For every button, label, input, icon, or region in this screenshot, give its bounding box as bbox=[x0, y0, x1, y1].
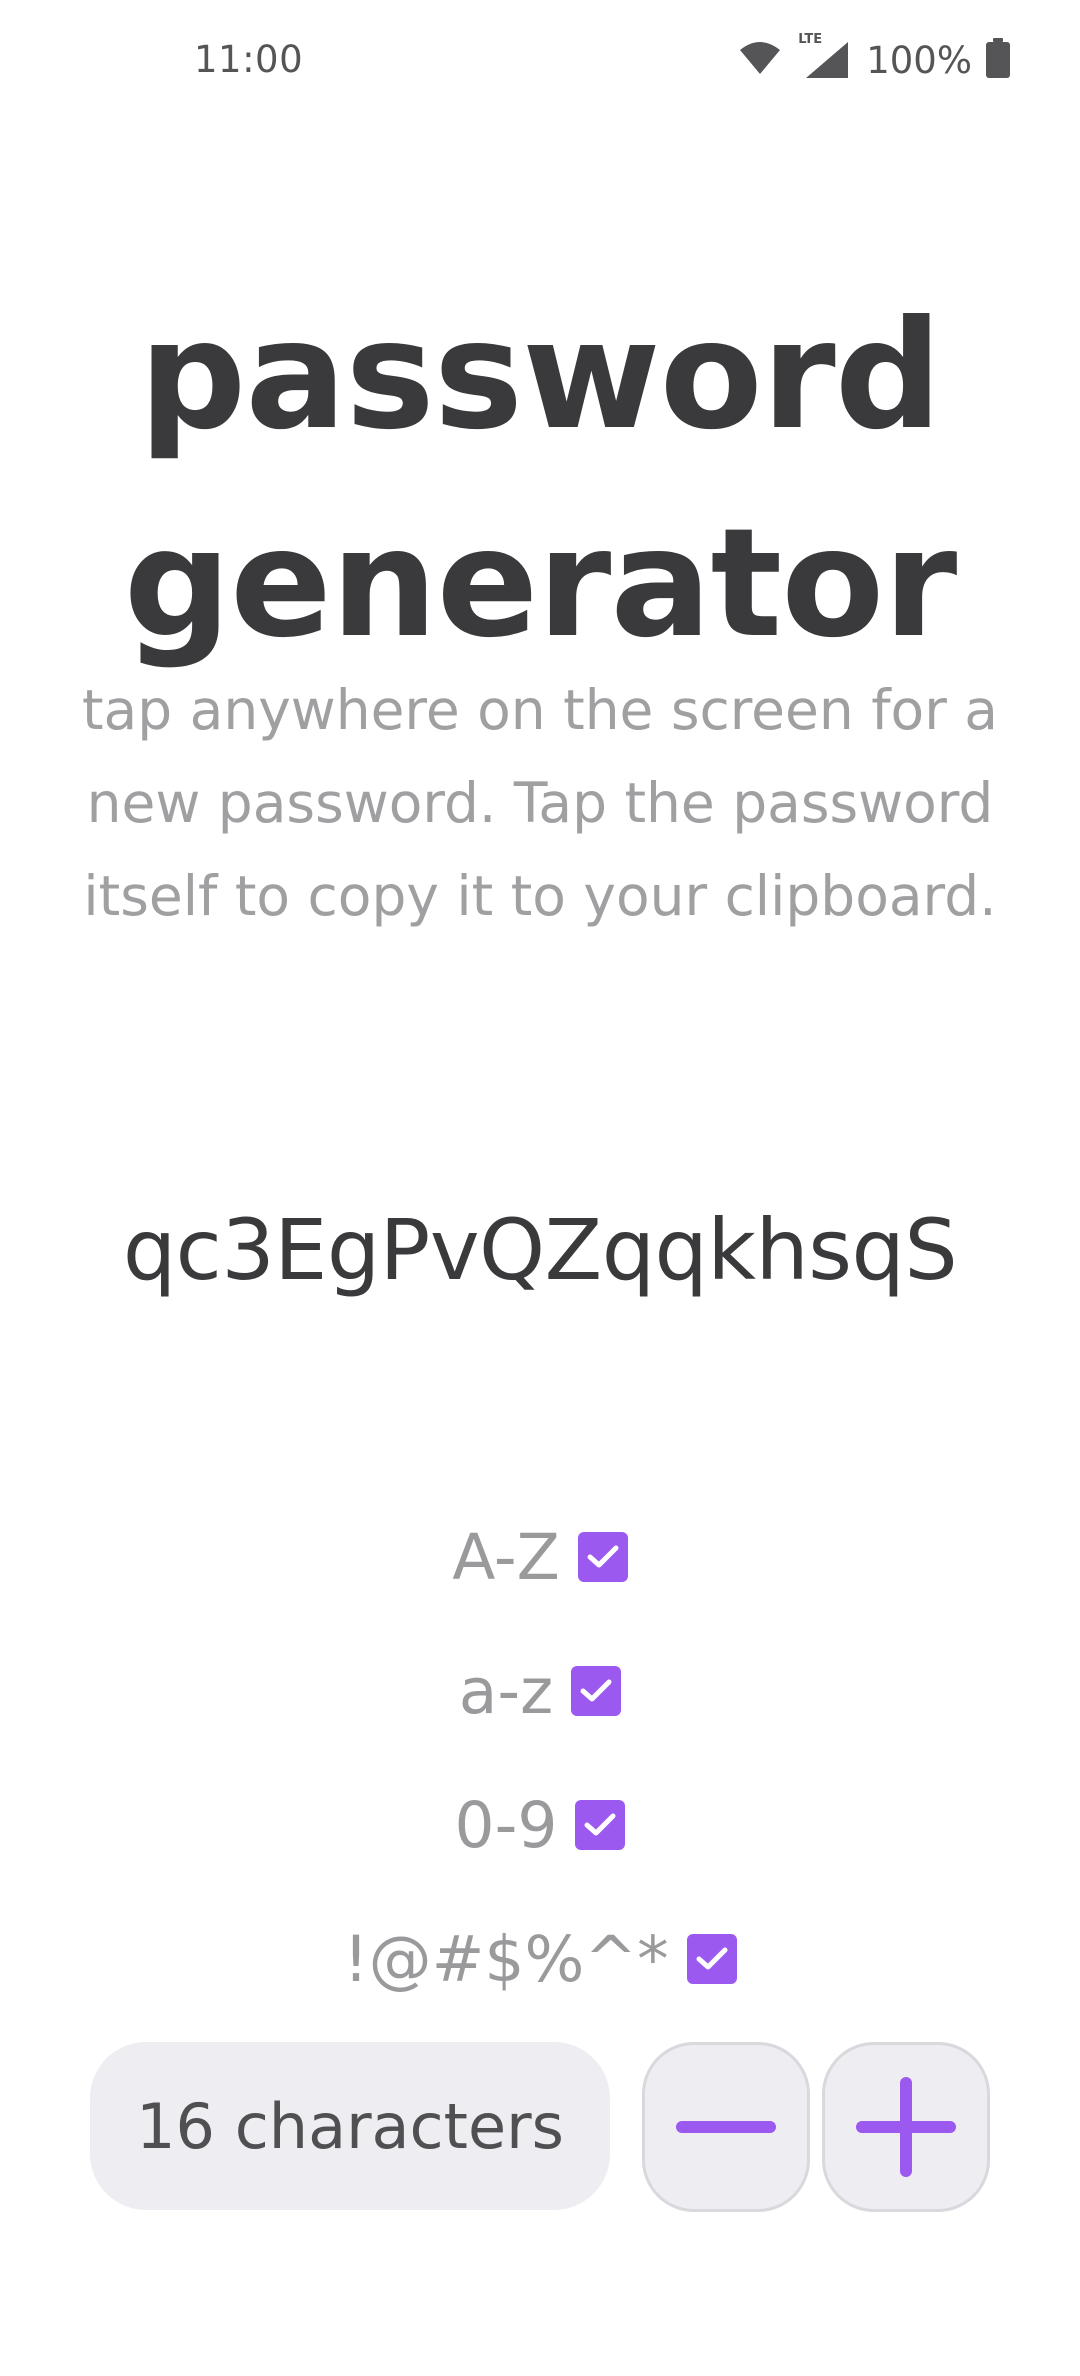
lte-signal-icon: LTE bbox=[796, 32, 852, 82]
check-icon bbox=[696, 1947, 728, 1970]
option-label-uppercase: A-Z bbox=[452, 1520, 560, 1594]
battery-percentage: 100% bbox=[866, 38, 972, 82]
page-title: password generator bbox=[123, 289, 958, 671]
digits-checkbox[interactable] bbox=[575, 1800, 626, 1850]
lowercase-checkbox[interactable] bbox=[571, 1666, 622, 1716]
check-icon bbox=[580, 1679, 612, 1702]
plus-icon bbox=[856, 2077, 956, 2177]
symbols-checkbox[interactable] bbox=[686, 1934, 737, 1984]
option-digits: 0-9 bbox=[0, 1758, 1080, 1892]
status-bar: 11:00 LTE 100% bbox=[0, 0, 1080, 120]
minus-icon bbox=[676, 2121, 776, 2133]
option-uppercase: A-Z bbox=[0, 1490, 1080, 1624]
wifi-icon bbox=[738, 38, 782, 82]
option-symbols: !@#$%^* bbox=[0, 1892, 1080, 2026]
option-label-digits: 0-9 bbox=[454, 1788, 558, 1862]
status-icons: LTE 100% bbox=[738, 32, 1010, 84]
check-icon bbox=[584, 1813, 616, 1836]
check-icon bbox=[587, 1545, 619, 1568]
lte-label: LTE bbox=[798, 32, 823, 47]
battery-icon bbox=[986, 38, 1010, 82]
option-lowercase: a-z bbox=[0, 1624, 1080, 1758]
uppercase-checkbox[interactable] bbox=[577, 1532, 628, 1582]
generated-password[interactable]: qc3EgPvQZqqkhsqS bbox=[0, 1190, 1080, 1310]
option-label-lowercase: a-z bbox=[458, 1654, 554, 1728]
increase-length-button[interactable] bbox=[822, 2042, 990, 2212]
password-length-display: 16 characters bbox=[90, 2042, 610, 2210]
decrease-length-button[interactable] bbox=[642, 2042, 810, 2212]
option-label-symbols: !@#$%^* bbox=[343, 1922, 669, 1996]
status-time: 11:00 bbox=[194, 38, 304, 81]
character-options: A-Z a-z 0-9 !@#$%^* bbox=[0, 1490, 1080, 2026]
instructions-text: tap anywhere on the screen for a new pas… bbox=[81, 678, 999, 928]
